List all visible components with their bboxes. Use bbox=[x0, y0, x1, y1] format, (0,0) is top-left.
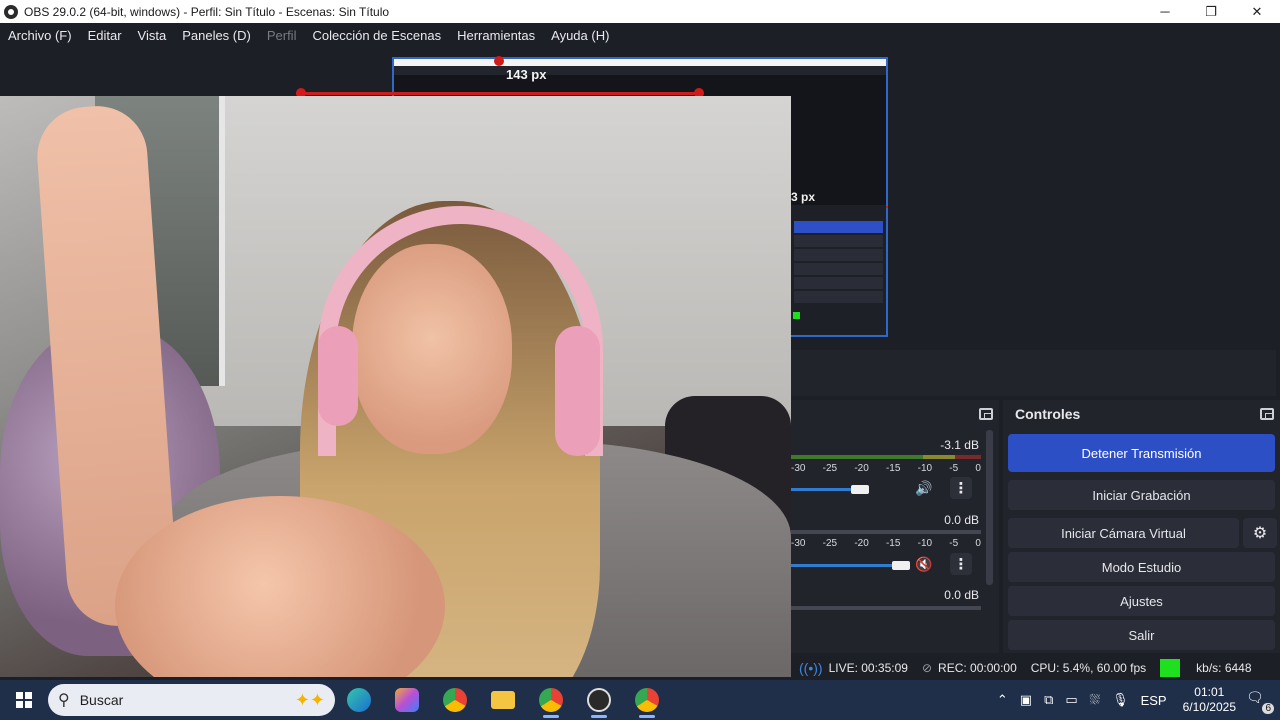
mixer-scrollbar[interactable] bbox=[986, 430, 993, 585]
folder-icon bbox=[491, 691, 515, 709]
volume-db: -3.1 dB bbox=[940, 438, 979, 452]
undock-icon[interactable] bbox=[979, 408, 993, 420]
edge-icon bbox=[347, 688, 371, 712]
volume-db: 0.0 dB bbox=[944, 513, 979, 527]
taskbar-chrome[interactable] bbox=[431, 680, 479, 720]
cpu-fps: CPU: 5.4%, 60.00 fps bbox=[1030, 661, 1147, 675]
stream-health-indicator bbox=[1160, 659, 1181, 677]
search-placeholder: Buscar bbox=[79, 692, 124, 708]
level-meter bbox=[791, 455, 981, 459]
clock-time: 01:01 bbox=[1194, 685, 1225, 699]
studio-mode-button[interactable]: Modo Estudio bbox=[1008, 552, 1275, 582]
title-bar: OBS 29.0.2 (64-bit, windows) - Perfil: S… bbox=[0, 0, 1280, 23]
resize-guide-line bbox=[296, 92, 702, 95]
taskbar-obs[interactable] bbox=[575, 680, 623, 720]
chrome-icon bbox=[443, 688, 467, 712]
start-virtual-camera-button[interactable]: Iniciar Cámara Virtual bbox=[1008, 518, 1239, 548]
menu-paneles[interactable]: Paneles (D) bbox=[182, 28, 251, 43]
distance-label: 143 px bbox=[506, 67, 547, 82]
exit-button[interactable]: Salir bbox=[1008, 620, 1275, 650]
volume-slider[interactable] bbox=[791, 488, 859, 491]
taskbar-file-explorer[interactable] bbox=[479, 680, 527, 720]
status-bar: ((•)) LIVE: 00:35:09 ⊘ REC: 00:00:00 CPU… bbox=[791, 656, 1280, 680]
obs-logo-icon bbox=[4, 4, 18, 19]
chrome-icon bbox=[539, 688, 563, 712]
volume-db: 0.0 dB bbox=[944, 588, 979, 602]
meter-ticks: -30 -25 -20 -15 -10 -5 0 bbox=[791, 463, 981, 474]
sync-icon[interactable]: ⛆ bbox=[1090, 692, 1100, 708]
bitrate: kb/s: 6448 bbox=[1196, 661, 1252, 675]
record-disabled-icon: ⊘ bbox=[921, 661, 933, 675]
level-meter bbox=[791, 530, 981, 534]
level-meter bbox=[791, 606, 981, 610]
track-menu-button[interactable]: ⋮ bbox=[950, 477, 972, 499]
menu-editar[interactable]: Editar bbox=[88, 28, 122, 43]
taskbar-chrome-profile[interactable] bbox=[527, 680, 575, 720]
menu-ayuda[interactable]: Ayuda (H) bbox=[551, 28, 609, 43]
taskbar-search[interactable]: ⚲ Buscar ✦✦ bbox=[48, 684, 335, 716]
clock[interactable]: 01:01 6/10/2025 bbox=[1183, 685, 1236, 715]
notification-icon: 🗨 bbox=[1246, 689, 1264, 705]
volume-slider-knob[interactable] bbox=[892, 561, 910, 570]
rec-time: REC: 00:00:00 bbox=[938, 661, 1017, 675]
microphone-icon[interactable]: 🎙 bbox=[1112, 692, 1129, 708]
taskbar: ⚲ Buscar ✦✦ ⌃ ▣ ⧉ ▭ ⛆ 🎙 ESP 01:01 6/10/2… bbox=[0, 680, 1280, 720]
stop-streaming-button[interactable]: Detener Transmisión bbox=[1008, 434, 1275, 472]
menu-perfil[interactable]: Perfil bbox=[267, 28, 297, 43]
live-broadcast-icon: ((•)) bbox=[799, 660, 823, 676]
menu-archivo[interactable]: Archivo (F) bbox=[8, 28, 72, 43]
meter-ticks: -30 -25 -20 -15 -10 -5 0 bbox=[791, 538, 981, 549]
language-indicator[interactable]: ESP bbox=[1141, 693, 1167, 708]
speaker-icon[interactable]: 🔊 bbox=[915, 480, 932, 497]
notification-center-button[interactable]: 🗨 6 bbox=[1246, 689, 1274, 714]
settings-button[interactable]: Ajustes bbox=[1008, 586, 1275, 616]
live-time: LIVE: 00:35:09 bbox=[828, 661, 908, 675]
audio-mixer-dock: -3.1 dB -30 -25 -20 -15 -10 -5 0 🔊 ⋮ 0.0 dB -3… bbox=[791, 400, 999, 653]
network-icon[interactable]: ▭ bbox=[1065, 692, 1077, 708]
windows-logo-icon bbox=[16, 692, 32, 708]
mixer-track: 0.0 dB -30 -25 -20 -15 -10 -5 0 🔇 ⋮ bbox=[791, 503, 999, 578]
mixer-track: -3.1 dB -30 -25 -20 -15 -10 -5 0 🔊 ⋮ bbox=[791, 428, 999, 503]
resize-handle[interactable] bbox=[494, 56, 504, 66]
controls-title: Controles bbox=[1015, 406, 1081, 422]
chrome-icon bbox=[635, 688, 659, 712]
meet-now-icon[interactable]: ⧉ bbox=[1044, 692, 1053, 708]
volume-slider[interactable] bbox=[791, 564, 895, 567]
scenes-dock-strip bbox=[791, 350, 1276, 396]
menu-vista[interactable]: Vista bbox=[138, 28, 167, 43]
mini-distance-label: 3 px bbox=[791, 190, 816, 204]
controls-dock: Controles Detener Transmisión Iniciar Gr… bbox=[1003, 400, 1280, 653]
start-recording-button[interactable]: Iniciar Grabación bbox=[1008, 480, 1275, 510]
window-title: OBS 29.0.2 (64-bit, windows) - Perfil: S… bbox=[24, 4, 390, 19]
notification-count: 6 bbox=[1262, 703, 1274, 714]
chevron-up-icon[interactable]: ⌃ bbox=[997, 692, 1008, 708]
muted-speaker-icon[interactable]: 🔇 bbox=[915, 556, 932, 573]
minimize-button[interactable]: ─ bbox=[1142, 0, 1188, 23]
nested-status-bar bbox=[793, 312, 885, 319]
app-tray-icon[interactable]: ▣ bbox=[1020, 692, 1032, 708]
volume-slider-knob[interactable] bbox=[851, 485, 869, 494]
menu-coleccion-escenas[interactable]: Colección de Escenas bbox=[312, 28, 441, 43]
track-menu-button[interactable]: ⋮ bbox=[950, 553, 972, 575]
undock-icon[interactable] bbox=[1260, 408, 1274, 420]
close-button[interactable]: ✕ bbox=[1234, 0, 1280, 23]
menu-bar: Archivo (F) Editar Vista Paneles (D) Per… bbox=[0, 23, 1280, 48]
webcam-source[interactable] bbox=[0, 96, 791, 677]
taskbar-copilot[interactable] bbox=[383, 680, 431, 720]
copilot-icon bbox=[395, 688, 419, 712]
system-tray: ⌃ ▣ ⧉ ▭ ⛆ 🎙 ESP 01:01 6/10/2025 🗨 6 bbox=[991, 680, 1280, 720]
menu-herramientas[interactable]: Herramientas bbox=[457, 28, 535, 43]
gear-icon: ⚙ bbox=[1252, 525, 1268, 542]
taskbar-chrome-profile-2[interactable] bbox=[623, 680, 671, 720]
virtual-camera-settings-button[interactable]: ⚙ bbox=[1243, 518, 1277, 548]
start-button[interactable] bbox=[0, 680, 48, 720]
restore-button[interactable]: ❐ bbox=[1188, 0, 1234, 23]
obs-icon bbox=[587, 688, 611, 712]
clock-date: 6/10/2025 bbox=[1182, 700, 1236, 714]
taskbar-edge[interactable] bbox=[335, 680, 383, 720]
copilot-sparkle-icon: ✦✦ bbox=[294, 689, 325, 710]
search-icon: ⚲ bbox=[58, 692, 70, 709]
mixer-track: 0.0 dB bbox=[791, 578, 999, 618]
